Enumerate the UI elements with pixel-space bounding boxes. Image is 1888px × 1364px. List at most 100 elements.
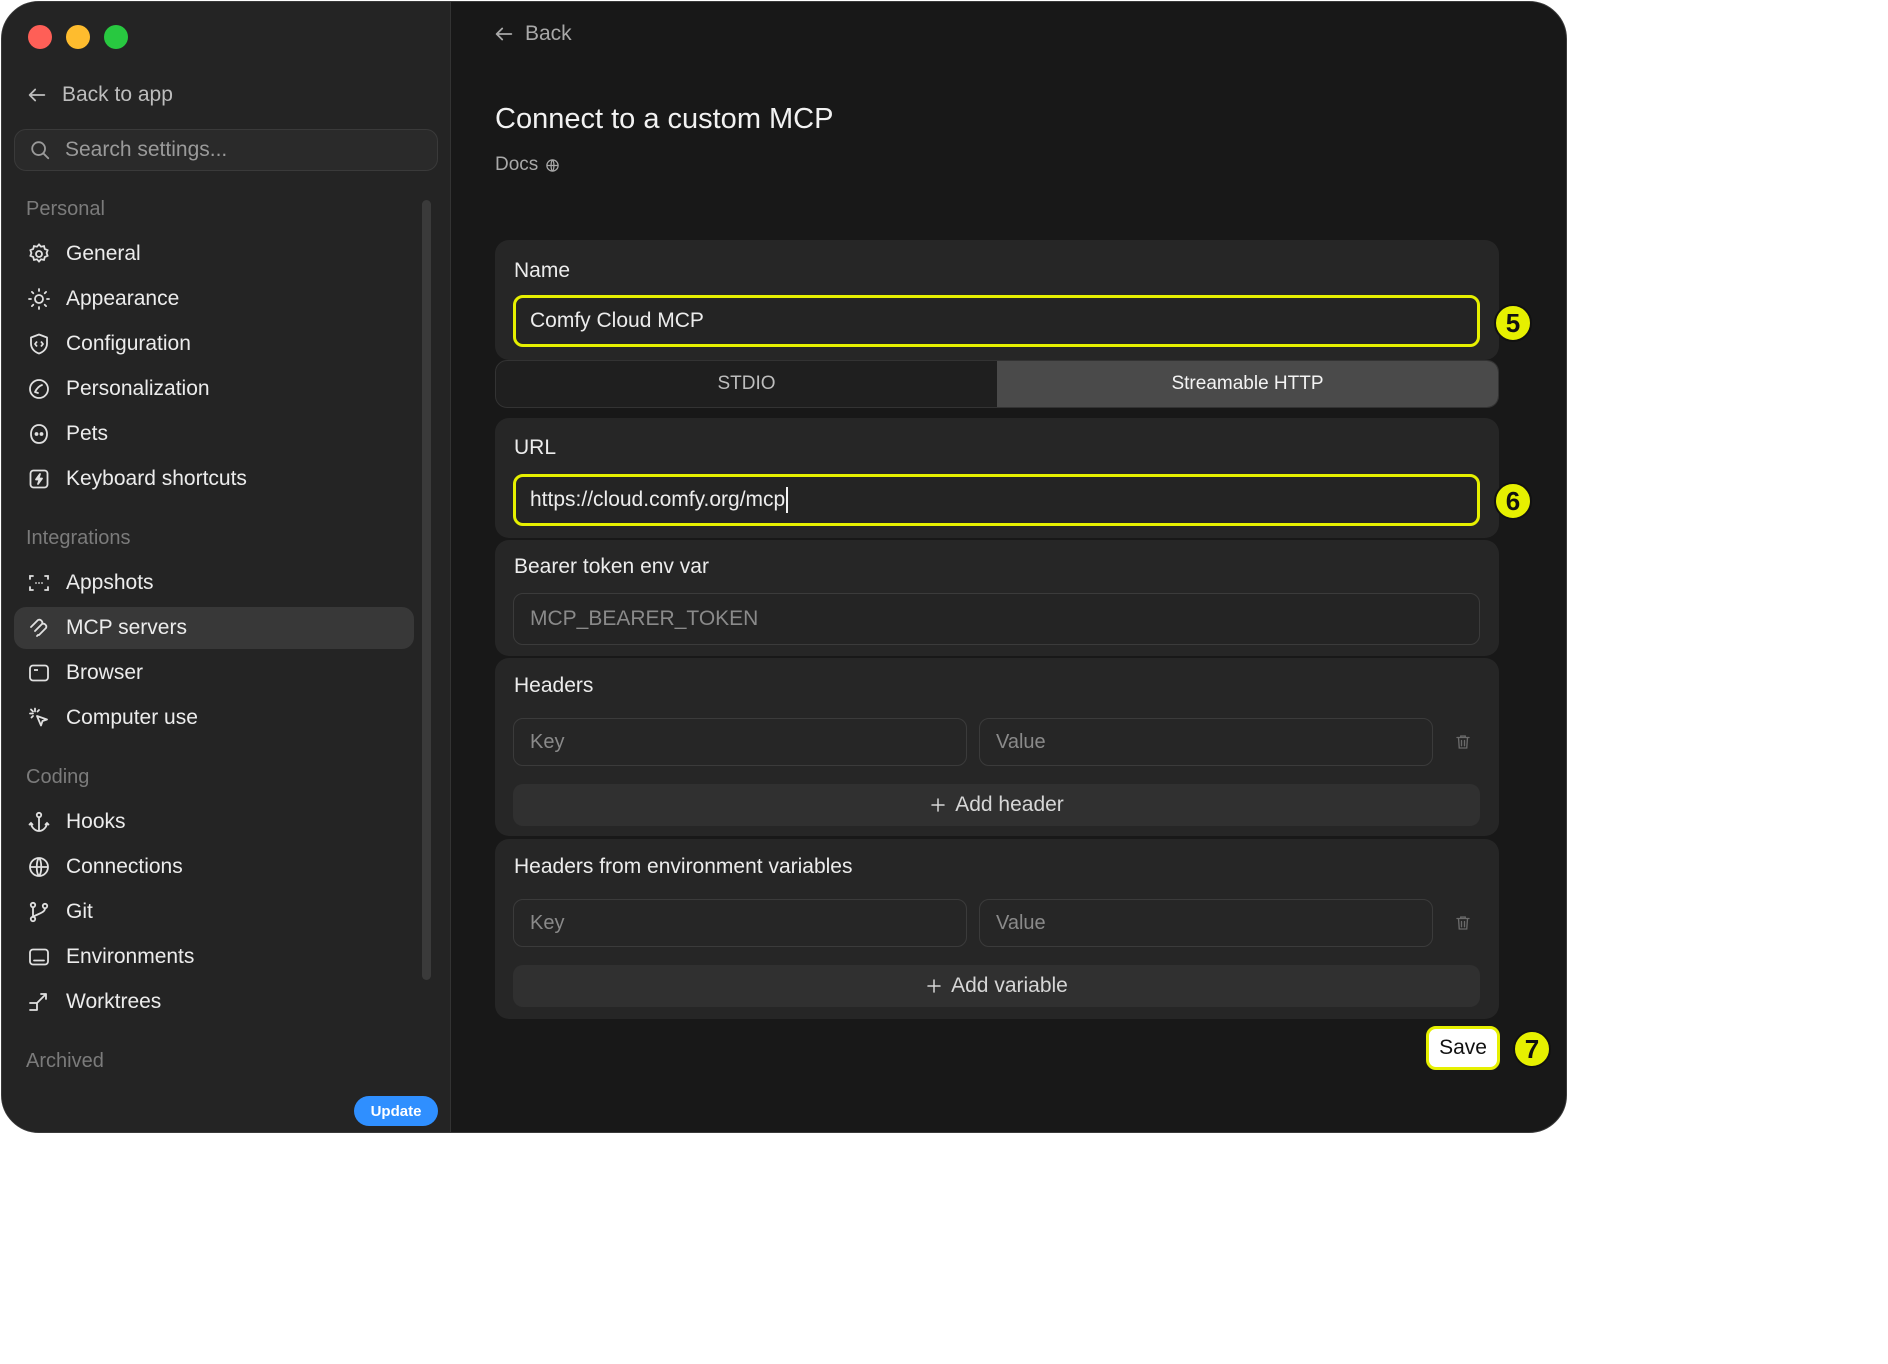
trash-icon[interactable] (1452, 912, 1474, 934)
mcp-icon (26, 615, 52, 641)
minimize-window-button[interactable] (66, 25, 90, 49)
sidebar-item-worktrees[interactable]: Worktrees (14, 981, 414, 1023)
url-value: https://cloud.comfy.org/mcp (530, 488, 786, 511)
back-to-app-label: Back to app (62, 83, 173, 106)
sidebar: Back to app Search settings... Personal … (2, 2, 451, 1132)
add-header-label: Add header (955, 793, 1064, 816)
keyboard-bolt-icon (26, 466, 52, 492)
env-value-input[interactable]: Value (979, 899, 1433, 947)
personalization-icon (26, 376, 52, 402)
back-link[interactable]: Back (493, 22, 572, 46)
back-label: Back (525, 22, 572, 45)
sidebar-item-general[interactable]: General (14, 233, 414, 275)
url-card: URL https://cloud.comfy.org/mcp (495, 418, 1499, 538)
sidebar-item-label: MCP servers (66, 616, 187, 639)
section-coding: Coding (26, 766, 90, 788)
sidebar-item-label: Pets (66, 422, 109, 445)
bearer-placeholder: MCP_BEARER_TOKEN (530, 607, 759, 630)
back-to-app-link[interactable]: Back to app (26, 80, 173, 110)
globe-icon (26, 854, 52, 880)
sidebar-item-hooks[interactable]: Hooks (14, 801, 414, 843)
sidebar-item-label: Appshots (66, 571, 154, 594)
arrow-left-icon (495, 27, 513, 41)
add-variable-button[interactable]: Add variable (513, 965, 1480, 1007)
arrow-left-icon (28, 88, 46, 102)
save-button[interactable]: Save (1426, 1026, 1500, 1070)
search-placeholder: Search settings... (65, 138, 228, 161)
trash-icon[interactable] (1452, 731, 1474, 753)
name-card: Name Comfy Cloud MCP (495, 240, 1499, 360)
url-input[interactable]: https://cloud.comfy.org/mcp (513, 474, 1480, 526)
tab-streamable-http[interactable]: Streamable HTTP (997, 361, 1498, 407)
globe-icon (546, 158, 560, 172)
bearer-token-input[interactable]: MCP_BEARER_TOKEN (513, 593, 1480, 645)
main-panel: Back Connect to a custom MCP Docs Name C… (451, 2, 1566, 1132)
sidebar-item-browser[interactable]: Browser (14, 652, 414, 694)
sidebar-item-connections[interactable]: Connections (14, 846, 414, 888)
add-variable-label: Add variable (951, 974, 1068, 997)
add-header-button[interactable]: Add header (513, 784, 1480, 826)
env-value-placeholder: Value (996, 911, 1046, 934)
close-window-button[interactable] (28, 25, 52, 49)
env-headers-card: Headers from environment variables Key V… (495, 839, 1499, 1019)
pet-icon (26, 421, 52, 447)
sun-icon (26, 286, 52, 312)
sidebar-item-label: General (66, 242, 141, 265)
git-branch-icon (26, 899, 52, 925)
name-value: Comfy Cloud MCP (530, 309, 704, 332)
anchor-icon (26, 809, 52, 835)
tab-stdio[interactable]: STDIO (496, 361, 997, 407)
step-badge-7: 7 (1513, 1030, 1551, 1068)
sidebar-item-label: Computer use (66, 706, 198, 729)
section-personal: Personal (26, 198, 105, 220)
header-value-input[interactable]: Value (979, 718, 1433, 766)
search-settings-input[interactable]: Search settings... (14, 129, 438, 171)
worktree-icon (26, 989, 52, 1015)
name-input[interactable]: Comfy Cloud MCP (513, 295, 1480, 347)
step-badge-5: 5 (1494, 304, 1532, 342)
sidebar-item-mcp-servers[interactable]: MCP servers (14, 607, 414, 649)
sidebar-item-label: Git (66, 900, 93, 923)
sidebar-item-configuration[interactable]: Configuration (14, 323, 414, 365)
sidebar-item-appshots[interactable]: Appshots (14, 562, 414, 604)
laptop-icon (26, 944, 52, 970)
sidebar-item-label: Appearance (66, 287, 180, 310)
search-icon (31, 141, 50, 160)
zoom-window-button[interactable] (104, 25, 128, 49)
sidebar-scrollbar[interactable] (422, 200, 431, 980)
docs-link[interactable]: Docs (495, 154, 560, 176)
gear-icon (26, 241, 52, 267)
sidebar-item-computer-use[interactable]: Computer use (14, 697, 414, 739)
name-label: Name (514, 259, 571, 282)
text-cursor (786, 487, 789, 513)
step-badge-6: 6 (1494, 482, 1532, 520)
url-label: URL (514, 436, 557, 459)
docs-label: Docs (495, 154, 539, 175)
sidebar-item-label: Configuration (66, 332, 191, 355)
transport-toggle: STDIO Streamable HTTP (495, 360, 1499, 408)
page-title: Connect to a custom MCP (495, 103, 834, 135)
plus-icon (931, 798, 945, 812)
sidebar-item-label: Hooks (66, 810, 126, 833)
sidebar-item-pets[interactable]: Pets (14, 413, 414, 455)
env-key-placeholder: Key (530, 911, 565, 934)
section-integrations: Integrations (26, 527, 131, 549)
plus-icon (927, 979, 941, 993)
settings-window: Back to app Search settings... Personal … (1, 1, 1567, 1133)
header-value-placeholder: Value (996, 730, 1046, 753)
sidebar-item-environments[interactable]: Environments (14, 936, 414, 978)
update-button[interactable]: Update (354, 1096, 438, 1126)
sidebar-item-label: Keyboard shortcuts (66, 467, 247, 490)
sidebar-item-appearance[interactable]: Appearance (14, 278, 414, 320)
section-archived[interactable]: Archived (26, 1050, 104, 1073)
sidebar-item-git[interactable]: Git (14, 891, 414, 933)
sidebar-item-personalization[interactable]: Personalization (14, 368, 414, 410)
sidebar-item-label: Browser (66, 661, 144, 684)
header-key-placeholder: Key (530, 730, 565, 753)
env-key-input[interactable]: Key (513, 899, 967, 947)
bearer-card: Bearer token env var MCP_BEARER_TOKEN (495, 540, 1499, 656)
browser-window-icon (26, 660, 52, 686)
sidebar-item-keyboard-shortcuts[interactable]: Keyboard shortcuts (14, 458, 414, 500)
header-key-input[interactable]: Key (513, 718, 967, 766)
sidebar-item-label: Connections (66, 855, 183, 878)
